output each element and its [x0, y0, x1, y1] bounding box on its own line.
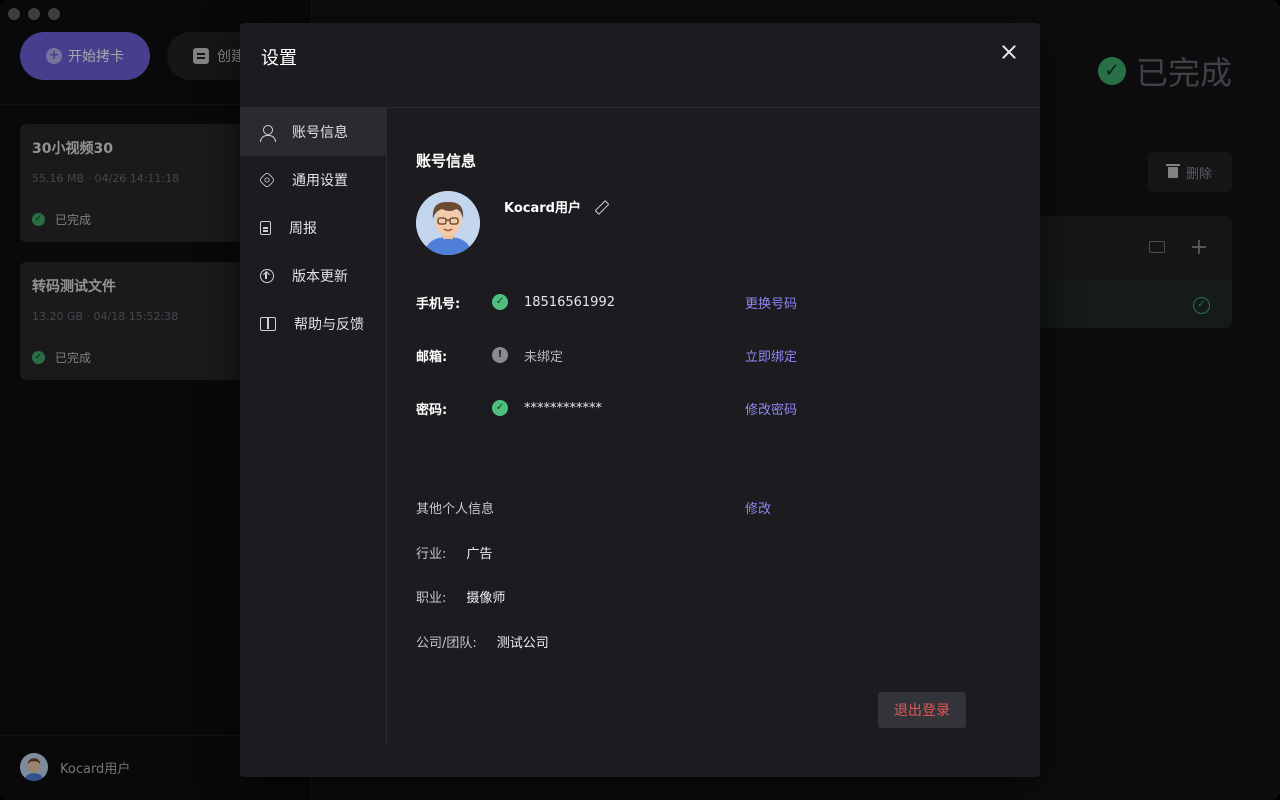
username-label: Kocard用户 — [504, 201, 581, 216]
nav-label: 账号信息 — [292, 125, 348, 141]
nav-label: 通用设置 — [292, 173, 348, 189]
close-icon[interactable] — [998, 41, 1020, 63]
company-row: 公司/团队: 测试公司 — [416, 632, 549, 651]
bind-email-link[interactable]: 立即绑定 — [745, 346, 797, 365]
industry-value: 广告 — [466, 547, 493, 562]
nav-label: 周报 — [289, 221, 317, 237]
account-panel: 账号信息 Kocard用户 手机号: ✓ 18516561992 更换号码 邮箱… — [416, 108, 1016, 746]
gear-icon — [258, 171, 276, 189]
edit-other-info-link[interactable]: 修改 — [745, 498, 771, 517]
app-window: + 开始拷卡 创建 30小视频30 55.16 MB · 04/26 14:11… — [0, 0, 1280, 800]
nav-label: 版本更新 — [292, 269, 348, 285]
dialog-title: 设置 — [261, 48, 297, 69]
email-value: 未绑定 — [524, 349, 564, 365]
document-icon — [260, 221, 271, 235]
upload-icon — [260, 269, 274, 283]
dialog-header: 设置 — [240, 23, 1040, 108]
settings-nav: 账号信息 通用设置 周报 版本更新 帮助与反馈 — [240, 108, 387, 746]
section-title: 账号信息 — [416, 152, 477, 170]
warning-icon: ! — [492, 347, 508, 363]
check-icon: ✓ — [492, 294, 508, 310]
industry-label: 行业: — [416, 547, 447, 562]
avatar[interactable] — [416, 191, 480, 255]
phone-label: 手机号: — [416, 296, 461, 312]
company-label: 公司/团队: — [416, 636, 477, 651]
phone-row: 手机号: ✓ 18516561992 更换号码 — [416, 292, 797, 312]
other-info-title: 其他个人信息 — [416, 502, 495, 517]
nav-item-general[interactable]: 通用设置 — [240, 156, 386, 204]
company-value: 测试公司 — [496, 636, 549, 651]
change-password-link[interactable]: 修改密码 — [745, 399, 797, 418]
nav-item-help[interactable]: 帮助与反馈 — [240, 300, 386, 348]
password-value: ************ — [524, 400, 602, 416]
email-label: 邮箱: — [416, 349, 448, 365]
email-row: 邮箱: ! 未绑定 立即绑定 — [416, 345, 797, 365]
user-icon — [260, 125, 276, 142]
nav-item-version-update[interactable]: 版本更新 — [240, 252, 386, 300]
nav-item-account[interactable]: 账号信息 — [240, 108, 386, 156]
logout-button[interactable]: 退出登录 — [878, 692, 966, 728]
username: Kocard用户 — [504, 197, 607, 216]
nav-item-weekly-report[interactable]: 周报 — [240, 204, 386, 252]
book-icon — [260, 317, 276, 331]
settings-dialog: 设置 账号信息 通用设置 周报 版本更新 帮助与反馈 账号信息 Kocard用户… — [240, 23, 1040, 777]
job-row: 职业: 摄像师 — [416, 587, 505, 606]
job-value: 摄像师 — [466, 591, 506, 606]
password-row: 密码: ✓ ************ 修改密码 — [416, 398, 797, 418]
edit-icon[interactable] — [595, 201, 607, 213]
change-phone-link[interactable]: 更换号码 — [745, 293, 797, 312]
industry-row: 行业: 广告 — [416, 543, 492, 562]
password-label: 密码: — [416, 402, 448, 418]
job-label: 职业: — [416, 591, 447, 606]
phone-value: 18516561992 — [524, 294, 615, 310]
check-icon: ✓ — [492, 400, 508, 416]
nav-label: 帮助与反馈 — [294, 317, 364, 333]
